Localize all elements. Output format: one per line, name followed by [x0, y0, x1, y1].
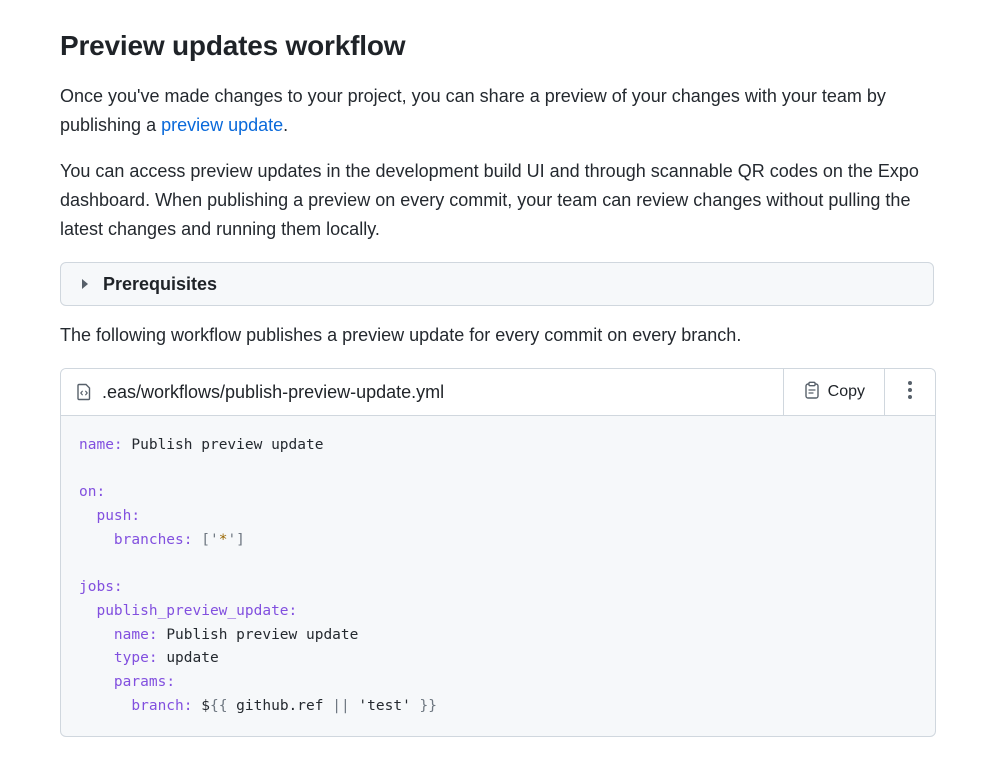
yaml-key: push	[96, 508, 132, 525]
preview-update-link[interactable]: preview update	[161, 115, 283, 135]
more-options-button[interactable]	[884, 369, 935, 415]
code-line: on:	[79, 484, 106, 501]
code-line: name: Publish preview update	[79, 437, 324, 453]
yaml-key: name	[79, 437, 114, 453]
prerequisites-toggle[interactable]: Prerequisites	[60, 262, 934, 306]
yaml-key: jobs	[79, 579, 114, 596]
code-actions: Copy	[782, 369, 935, 415]
yaml-value: Publish preview update	[131, 437, 324, 453]
code-line: publish_preview_update:	[96, 602, 298, 619]
code-file-icon	[76, 383, 92, 401]
code-line: jobs:	[79, 579, 123, 596]
page-title: Preview updates workflow	[60, 30, 406, 61]
intro-text-end: .	[283, 115, 289, 135]
more-vertical-icon	[907, 380, 913, 405]
yaml-value: Publish preview update	[166, 626, 359, 643]
prerequisites-label: Prerequisites	[103, 273, 218, 294]
file-name: .eas/workflows/publish-preview-update.ym…	[102, 381, 445, 402]
code-line: params:	[113, 673, 176, 690]
code-block: .eas/workflows/publish-preview-update.ym…	[60, 368, 936, 737]
code-line: name: Publish preview update	[113, 626, 359, 643]
workflow-paragraph: The following workflow publishes a previ…	[60, 325, 742, 345]
yaml-key: params	[113, 673, 167, 690]
yaml-key: on	[79, 484, 97, 501]
code-line: branch: ${{ github.ref || 'test' }}	[131, 697, 438, 714]
code-content: name: Publish preview update on: push: b…	[61, 416, 935, 718]
yaml-key: publish_preview_update	[96, 602, 289, 619]
copy-button[interactable]: Copy	[782, 369, 884, 415]
yaml-key: name	[113, 626, 149, 643]
yaml-key: branches	[113, 531, 184, 548]
yaml-key: type	[113, 650, 149, 667]
copy-label: Copy	[827, 383, 865, 400]
code-line: branches: ['*']	[113, 531, 245, 548]
code-header: .eas/workflows/publish-preview-update.ym…	[61, 369, 935, 416]
caret-right-icon	[82, 279, 88, 289]
yaml-key: branch	[131, 697, 184, 714]
yaml-value: update	[166, 650, 219, 667]
intro-paragraph: Once you've made changes to your project…	[60, 82, 936, 140]
code-line: type: update	[113, 650, 219, 667]
preview-access-paragraph: You can access preview updates in the de…	[60, 161, 919, 239]
clipboard-icon	[804, 381, 820, 404]
yaml-value: ${{ github.ref || 'test' }}	[201, 697, 438, 714]
yaml-value: ['*']	[201, 531, 245, 548]
code-line: push:	[96, 508, 141, 525]
